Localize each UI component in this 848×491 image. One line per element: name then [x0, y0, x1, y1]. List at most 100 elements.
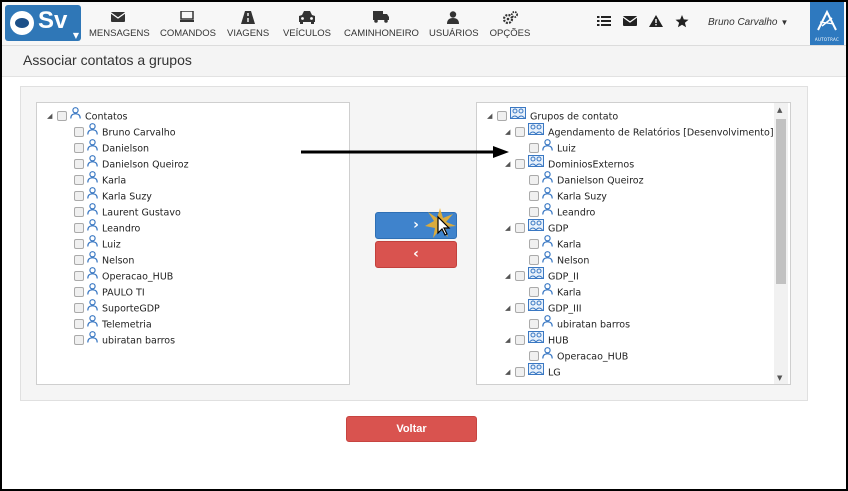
tree-contact-node[interactable]: Leandro — [529, 203, 595, 220]
logo-text: Sv — [38, 7, 68, 34]
checkbox[interactable] — [515, 223, 525, 233]
tree-contact-node[interactable]: Karla Suzy — [74, 187, 152, 204]
expand-toggle-icon[interactable]: ◢ — [505, 220, 515, 236]
tree-contact-node[interactable]: Danielson — [74, 139, 149, 156]
checkbox[interactable] — [529, 143, 539, 153]
nav-usuarios[interactable]: USUÁRIOS — [429, 11, 479, 39]
nav-mensagens[interactable]: MENSAGENS — [89, 11, 150, 39]
checkbox[interactable] — [529, 255, 539, 265]
vertical-scrollbar[interactable]: ▲ ▼ — [774, 103, 788, 384]
envelope-icon[interactable] — [622, 15, 638, 30]
expand-toggle-icon[interactable]: ◢ — [505, 332, 515, 348]
checkbox[interactable] — [515, 271, 525, 281]
tree-group-node[interactable]: ◢ LG — [505, 363, 561, 380]
scroll-down-arrow-icon[interactable]: ▼ — [777, 374, 782, 382]
checkbox[interactable] — [497, 111, 507, 121]
tree-contact-node[interactable]: Nelson — [529, 251, 589, 268]
nav-opcoes[interactable]: OPÇÕES — [489, 11, 531, 39]
eye-logo-icon — [10, 11, 34, 35]
tree-contact-node[interactable]: Nelson — [74, 251, 134, 268]
tree-contact-node[interactable]: Danielson Queiroz — [529, 171, 644, 188]
expand-toggle-icon[interactable]: ◢ — [505, 364, 515, 380]
checkbox[interactable] — [74, 223, 84, 233]
tree-contact-node[interactable]: PAULO TI — [74, 283, 145, 300]
tree-group-node[interactable]: ◢ Agendamento de Relatórios [Desenvolvime… — [505, 123, 774, 140]
checkbox[interactable] — [74, 239, 84, 249]
back-button[interactable]: Voltar — [346, 416, 477, 442]
nav-caminhoneiro[interactable]: CAMINHONEIRO — [344, 11, 419, 39]
expand-toggle-icon[interactable]: ◢ — [505, 268, 515, 284]
tree-contact-node[interactable]: SuporteGDP — [74, 299, 160, 316]
nav-label: OPÇÕES — [489, 28, 531, 39]
checkbox[interactable] — [515, 303, 525, 313]
checkbox[interactable] — [529, 287, 539, 297]
expand-toggle-icon[interactable]: ◢ — [487, 108, 497, 124]
tree-contact-node[interactable]: Karla — [74, 171, 126, 188]
checkbox[interactable] — [515, 127, 525, 137]
tree-group-node[interactable]: ◢ GDP_III — [505, 299, 582, 316]
warning-icon[interactable] — [649, 15, 663, 30]
nav-viagens[interactable]: VIAGENS — [227, 11, 269, 39]
checkbox[interactable] — [74, 143, 84, 153]
checkbox[interactable] — [529, 207, 539, 217]
expand-toggle-icon[interactable]: ◢ — [505, 124, 515, 140]
tree-contact-node[interactable]: ubiratan barros — [74, 331, 175, 348]
checkbox[interactable] — [74, 175, 84, 185]
checkbox[interactable] — [74, 191, 84, 201]
checkbox[interactable] — [74, 159, 84, 169]
checkbox[interactable] — [529, 191, 539, 201]
tree-contact-node[interactable]: Karla Suzy — [529, 187, 607, 204]
checkbox[interactable] — [529, 175, 539, 185]
tree-contact-node[interactable]: Leandro — [74, 219, 140, 236]
checkbox[interactable] — [74, 271, 84, 281]
tree-contact-node[interactable]: Bruno Carvalho — [74, 123, 176, 140]
tree-contact-node[interactable]: Luiz — [529, 139, 576, 156]
checkbox[interactable] — [529, 239, 539, 249]
tree-contact-node[interactable]: Karla — [529, 283, 581, 300]
tree-contact-node[interactable]: Laurent Gustavo — [74, 203, 181, 220]
checkbox[interactable] — [74, 303, 84, 313]
tree-contact-node[interactable]: Danielson Queiroz — [74, 155, 189, 172]
checkbox[interactable] — [74, 335, 84, 345]
checkbox[interactable] — [515, 159, 525, 169]
checkbox[interactable] — [74, 127, 84, 137]
nav-veiculos[interactable]: VEÍCULOS — [282, 11, 332, 39]
user-menu[interactable]: Bruno Carvalho ▼ — [708, 17, 788, 28]
tree-group-node[interactable]: ◢ HUB — [505, 331, 569, 348]
app-logo-menu[interactable]: Sv ▼ — [5, 5, 81, 41]
scroll-up-arrow-icon[interactable]: ▲ — [777, 106, 782, 114]
tree-label: SuporteGDP — [102, 303, 160, 315]
tree-contact-node[interactable]: Operacao_HUB — [529, 347, 628, 364]
expand-toggle-icon[interactable]: ◢ — [505, 300, 515, 316]
checkbox[interactable] — [74, 255, 84, 265]
tree-contact-node[interactable]: Telemetria — [74, 315, 152, 332]
tree-root-contatos[interactable]: ◢ Contatos — [47, 107, 128, 124]
tree-label: Grupos de contato — [530, 111, 619, 123]
road-icon — [227, 11, 269, 25]
tree-contact-node[interactable]: Operacao_HUB — [74, 267, 173, 284]
move-left-button[interactable]: ‹ — [375, 241, 457, 268]
checkbox[interactable] — [57, 111, 67, 121]
main-panel: ◢ Contatos Bruno Carvalho Danielson Daniels… — [20, 86, 808, 401]
checkbox[interactable] — [515, 335, 525, 345]
tree-root-grupos[interactable]: ◢ Grupos de contato — [487, 107, 619, 124]
tree-label: Karla Suzy — [557, 191, 607, 203]
star-icon[interactable] — [675, 15, 689, 31]
checkbox[interactable] — [74, 287, 84, 297]
tree-group-node[interactable]: ◢ GDP_II — [505, 267, 579, 284]
tree-contact-node[interactable]: Karla — [529, 235, 581, 252]
scrollbar-thumb[interactable] — [776, 119, 786, 284]
list-icon[interactable] — [597, 15, 611, 30]
tree-group-node[interactable]: ◢ GDP — [505, 219, 568, 236]
checkbox[interactable] — [74, 207, 84, 217]
expand-toggle-icon[interactable]: ◢ — [47, 108, 57, 124]
nav-comandos[interactable]: COMANDOS — [160, 11, 216, 39]
checkbox[interactable] — [529, 319, 539, 329]
checkbox[interactable] — [74, 319, 84, 329]
tree-contact-node[interactable]: Luiz — [74, 235, 121, 252]
tree-group-node[interactable]: ◢ DominiosExternos — [505, 155, 634, 172]
checkbox[interactable] — [529, 351, 539, 361]
checkbox[interactable] — [515, 367, 525, 377]
tree-label: Danielson Queiroz — [557, 175, 644, 187]
tree-contact-node[interactable]: ubiratan barros — [529, 315, 630, 332]
